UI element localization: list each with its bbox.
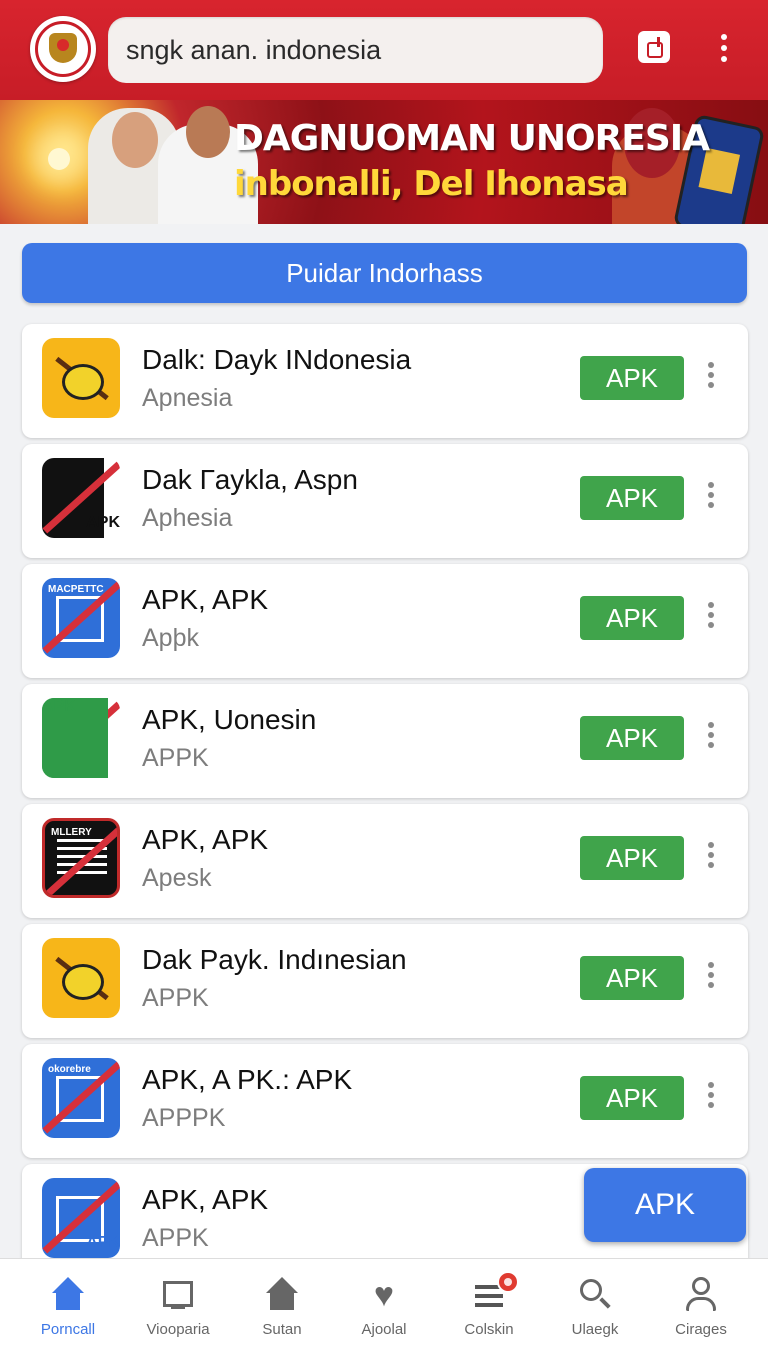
app-subtitle: APPK [142, 1224, 209, 1252]
app-title: APK, A PK.: APK [142, 1064, 353, 1095]
nav-item-ajoolal[interactable]: ♥ Ajoolal [329, 1259, 439, 1345]
primary-action-button[interactable]: Puidar Indorhass [22, 243, 747, 303]
app-subtitle: Aphesia [142, 504, 233, 532]
list-item[interactable]: okorebre APK, A PK.: APK APPPK APK [22, 1044, 748, 1158]
list-item[interactable]: APK Dak Гaykla, Aspn Aphesia APK [22, 444, 748, 558]
item-menu-icon[interactable] [706, 842, 716, 872]
notification-badge [497, 1271, 519, 1293]
share-icon[interactable] [638, 31, 670, 63]
item-menu-icon[interactable] [706, 362, 716, 392]
nav-label: Colskin [464, 1321, 514, 1338]
nav-item-ulaegk[interactable]: Ulaegk [540, 1259, 650, 1345]
app-title: APK, APK [142, 1184, 269, 1215]
app-subtitle: Aрþk [142, 624, 199, 652]
apk-download-button[interactable]: APK [580, 596, 684, 640]
app-title: APK, APK [142, 584, 269, 615]
app-title: Dak Гaykla, Aspn [142, 464, 358, 495]
screen-icon [160, 1277, 196, 1313]
blue-frame-icon: okorebre [42, 1058, 120, 1138]
search-field[interactable]: sngk anan. indonesia [108, 17, 603, 83]
apk-download-button[interactable]: APK [580, 956, 684, 1000]
black-apk-icon: APK [42, 458, 120, 538]
list-item[interactable]: APK APK, Uonesin APPK APK [22, 684, 748, 798]
nav-item-porncall[interactable]: Porncall [13, 1259, 123, 1345]
yellow-emblem-icon [42, 338, 120, 418]
heart-icon: ♥ [373, 1276, 395, 1314]
nav-label: Sutan [262, 1321, 302, 1338]
list-item[interactable]: Dak Payk. Indınesian APPK APK [22, 924, 748, 1038]
user-icon [683, 1277, 719, 1313]
top-app-bar: sngk anan. indonesia [0, 0, 768, 100]
search-icon [577, 1277, 613, 1313]
bottom-navigation: Porncall Viooparia Sutan ♥ Ajoolal Colsk… [0, 1258, 768, 1345]
banner-subheadline: inbonalli, Del Ihonasa [234, 164, 629, 204]
app-title: APK, Uonesin [142, 704, 317, 735]
nav-item-sutan[interactable]: Sutan [227, 1259, 337, 1345]
apk-download-button[interactable]: APK [580, 716, 684, 760]
list-item[interactable]: MLLERY APK, APK Apesk APK [22, 804, 748, 918]
nav-label: Porncall [40, 1321, 96, 1338]
green-apk-icon: APK [42, 698, 120, 778]
item-menu-icon[interactable] [706, 602, 716, 632]
item-menu-icon[interactable] [706, 722, 716, 752]
blue-apk-icon: APK [42, 1178, 120, 1258]
list-item[interactable]: MACPETTC APK, APK Aрþk APK [22, 564, 748, 678]
nav-label: Ajoolal [361, 1321, 407, 1338]
nav-label: Ulaegk [571, 1321, 619, 1338]
list-item[interactable]: Dalk: Dayk INdonesia Apnesia APK [22, 324, 748, 438]
home-icon [50, 1277, 86, 1313]
app-title: Dalk: Dayk INdonesia [142, 344, 412, 375]
list-icon [471, 1271, 519, 1313]
app-subtitle: Apnesia [142, 384, 233, 412]
torch-glow-icon [48, 148, 70, 170]
home-icon [264, 1277, 300, 1313]
app-logo-icon[interactable] [30, 16, 96, 82]
item-menu-icon[interactable] [706, 482, 716, 512]
apk-floating-button[interactable]: APK [584, 1168, 746, 1242]
banner-headline: DAGNUOMAN UNORESIA [234, 118, 710, 159]
app-subtitle: APPPK [142, 1104, 226, 1132]
nav-label: Cirages [675, 1321, 727, 1338]
nav-label: Viooparia [146, 1321, 210, 1338]
app-subtitle: APPK [142, 984, 209, 1012]
overflow-menu-icon[interactable] [716, 34, 732, 62]
app-subtitle: Apesk [142, 864, 212, 892]
apk-download-button[interactable]: APK [580, 356, 684, 400]
nav-item-viooparia[interactable]: Viooparia [123, 1259, 233, 1345]
app-title: APK, APK [142, 824, 269, 855]
item-menu-icon[interactable] [706, 1082, 716, 1112]
apk-download-button[interactable]: APK [580, 476, 684, 520]
blue-frame-icon: MACPETTC [42, 578, 120, 658]
apk-download-button[interactable]: APK [580, 1076, 684, 1120]
apk-download-button[interactable]: APK [580, 836, 684, 880]
app-subtitle: APPK [142, 744, 209, 772]
dark-lines-icon: MLLERY [42, 818, 120, 898]
nav-item-colskin[interactable]: Colskin [434, 1259, 544, 1345]
app-list: Dalk: Dayk INdonesia Apnesia APK APK Dak… [22, 324, 748, 1284]
app-title: Dak Payk. Indınesian [142, 944, 407, 975]
promo-banner[interactable]: DAGNUOMAN UNORESIA inbonalli, Del Ihonas… [0, 100, 768, 224]
nav-item-cirages[interactable]: Cirages [646, 1259, 756, 1345]
yellow-emblem-icon [42, 938, 120, 1018]
item-menu-icon[interactable] [706, 962, 716, 992]
